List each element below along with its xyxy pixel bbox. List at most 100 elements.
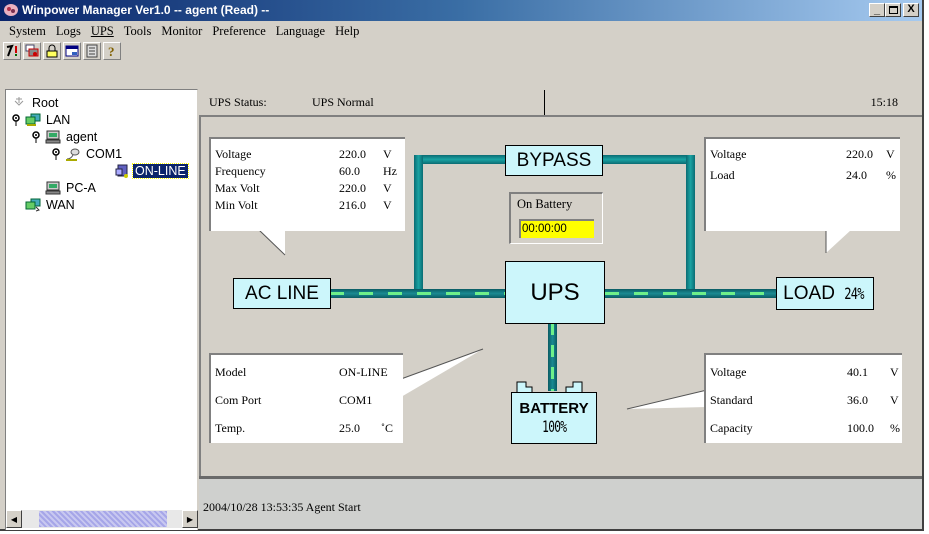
status-bar-top: UPS Status: UPS Normal 15:18 (199, 89, 922, 117)
output-flow-pipe (605, 289, 777, 298)
output-key: Load (710, 168, 735, 182)
input-row: Frequency 60.0 Hz (215, 164, 401, 180)
scroll-thumb[interactable] (39, 511, 167, 527)
window-icon (65, 45, 79, 57)
app-icon (4, 4, 18, 16)
log-icon (86, 44, 98, 58)
computer-icon (45, 130, 61, 144)
on-battery-group: On Battery 00:00:00 (509, 192, 603, 244)
load-percent: 24% (844, 284, 864, 303)
schedule-icon (25, 44, 39, 57)
ups-device-icon (115, 164, 128, 178)
expand-pin-icon[interactable] (11, 114, 21, 126)
battery-box[interactable]: BATTERY 100% (511, 392, 597, 444)
ups-value: 25.0 (339, 421, 360, 435)
input-flow-pipe (330, 289, 505, 298)
battery-unit: V (890, 365, 899, 379)
bypass-pipe-top-right (599, 155, 695, 164)
window-title: Winpower Manager Ver1.0 -- agent (Read) … (22, 3, 270, 17)
scroll-track[interactable] (22, 510, 182, 528)
tree-node-wan[interactable]: WAN (25, 197, 77, 213)
menu-monitor[interactable]: Monitor (156, 24, 207, 39)
tree-node-lan[interactable]: LAN (11, 112, 72, 128)
expand-pin-icon[interactable] (31, 131, 41, 143)
menu-tools[interactable]: Tools (119, 24, 157, 39)
minimize-button[interactable]: _ (869, 3, 885, 17)
input-unit: V (383, 147, 392, 161)
bypass-pipe-left (414, 155, 423, 293)
minimize-icon: _ (873, 4, 881, 16)
battery-key: Standard (710, 393, 753, 407)
ups-diagram: Voltage 220.0 V Frequency 60.0 Hz Max Vo… (199, 117, 922, 477)
ups-unit: ˚C (381, 421, 393, 435)
toolbar-schedule-button[interactable] (23, 42, 41, 60)
menu-preference[interactable]: Preference (207, 24, 270, 39)
ac-line-box[interactable]: AC LINE (233, 278, 331, 309)
scroll-right-button[interactable]: ▶ (182, 510, 198, 528)
input-value: 216.0 (339, 198, 366, 212)
output-key: Voltage (710, 147, 747, 161)
scroll-left-button[interactable]: ◀ (6, 510, 22, 528)
lan-icon (25, 113, 41, 126)
tree-label-root: Root (32, 96, 59, 110)
input-key: Max Volt (215, 181, 260, 195)
ups-key: Model (215, 365, 247, 379)
input-unit: Hz (383, 164, 397, 178)
expand-pin-icon[interactable] (51, 148, 61, 160)
input-row: Min Volt 216.0 V (215, 198, 401, 214)
battery-unit: V (890, 393, 899, 407)
tree-label-pca: PC-A (66, 181, 96, 195)
menu-help[interactable]: Help (330, 24, 364, 39)
battery-label: BATTERY (519, 400, 589, 417)
output-unit: V (886, 147, 895, 161)
status-time: 15:18 (870, 95, 898, 109)
battery-value: 36.0 (847, 393, 868, 407)
menu-language[interactable]: Language (271, 24, 330, 39)
toolbar-tools-button[interactable] (3, 42, 21, 60)
wan-icon (25, 198, 41, 212)
tree-node-com1[interactable]: COM1 (51, 146, 124, 162)
input-info-panel: Voltage 220.0 V Frequency 60.0 Hz Max Vo… (209, 137, 405, 231)
computer-icon (45, 181, 61, 195)
load-box[interactable]: LOAD 24% (776, 277, 874, 310)
svg-text:?: ? (108, 44, 115, 58)
arrow-right-icon: ▶ (186, 514, 194, 524)
menu-bar: System Logs UPS Tools Monitor Preference… (0, 21, 922, 42)
ups-box[interactable]: UPS (505, 261, 605, 324)
menu-system[interactable]: System (4, 24, 51, 39)
bypass-box[interactable]: BYPASS (505, 145, 603, 176)
input-key: Frequency (215, 164, 266, 178)
tree-node-root[interactable]: Root (11, 95, 60, 111)
ups-label: UPS (530, 278, 580, 306)
ups-status-value: UPS Normal (312, 95, 374, 109)
toolbar-log-button[interactable] (83, 42, 101, 60)
input-value: 220.0 (339, 147, 366, 161)
tree-label-lan: LAN (46, 113, 71, 127)
toolbar-window-button[interactable] (63, 42, 81, 60)
input-row: Max Volt 220.0 V (215, 181, 401, 197)
maximize-button[interactable] (885, 3, 901, 17)
tree-node-online[interactable]: ON-LINE (114, 163, 189, 179)
menu-ups[interactable]: UPS (86, 24, 119, 39)
ups-info-panel: Model ON-LINE Com Port COM1 Temp. 25.0 ˚… (209, 353, 403, 443)
menu-logs[interactable]: Logs (51, 24, 86, 39)
output-info-panel: Voltage 220.0 V Load 24.0 % (704, 137, 900, 231)
battery-unit: % (890, 421, 900, 435)
bypass-label: BYPASS (516, 149, 592, 171)
tree-node-agent[interactable]: agent (31, 129, 99, 145)
device-tree: Root LAN agent COM1 ON-LINE PC-A WAN (5, 89, 198, 530)
title-bar[interactable]: Winpower Manager Ver1.0 -- agent (Read) … (0, 0, 922, 21)
toolbar-lock-button[interactable] (43, 42, 61, 60)
input-key: Min Volt (215, 198, 258, 212)
battery-key: Capacity (710, 421, 753, 435)
battery-row: Voltage 40.1 V (710, 365, 899, 381)
input-value: 60.0 (339, 164, 360, 178)
log-entry[interactable]: 2004/10/28 13:53:35 Agent Start (203, 500, 361, 515)
tree-node-pca[interactable]: PC-A (45, 180, 98, 196)
tree-label-online: ON-LINE (132, 163, 189, 179)
ups-row: Model ON-LINE (215, 365, 399, 381)
close-button[interactable]: X (903, 3, 919, 17)
tree-horizontal-scrollbar[interactable]: ◀ ▶ (6, 510, 198, 528)
input-value: 220.0 (339, 181, 366, 195)
toolbar-help-button[interactable]: ? (103, 42, 121, 60)
